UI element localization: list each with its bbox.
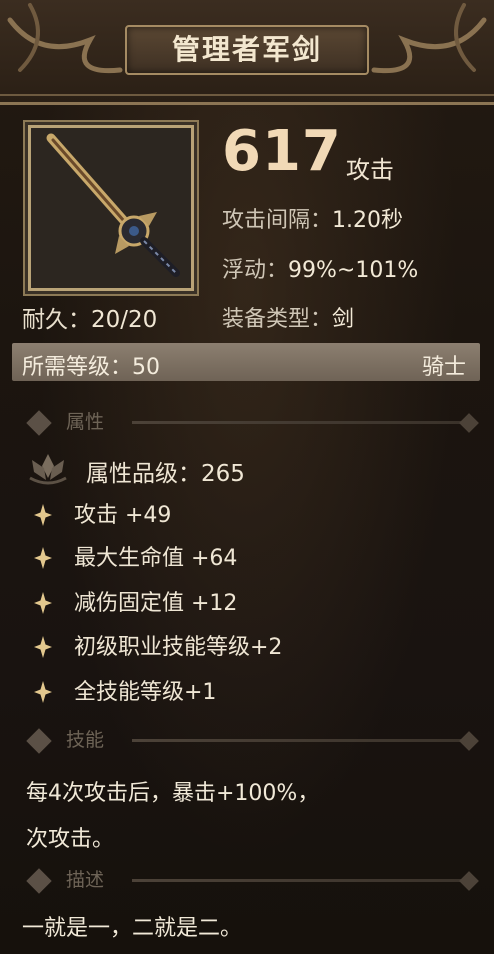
sparkle-icon <box>34 504 52 526</box>
attribute-text: 初级职业技能等级+2 <box>74 635 283 660</box>
diamond-icon <box>459 731 479 751</box>
sword-icon <box>46 133 180 277</box>
required-class: 骑士 <box>421 355 466 380</box>
diamond-icon <box>26 410 52 436</box>
sparkle-icon <box>34 636 52 658</box>
section-attributes: 属性 <box>22 407 492 437</box>
section-description: 描述 <box>22 865 492 895</box>
grade-label: 属性品级： <box>86 461 201 487</box>
section-skills-label: 技能 <box>66 729 105 751</box>
damage-float: 浮动：99%~101% <box>222 252 418 284</box>
skill-text-line: 次攻击。 <box>26 827 115 852</box>
item-tooltip: 管理者军剑 耐久：20/20 617 攻击 攻击间隔：1.20秒 浮动：99%~… <box>0 0 494 954</box>
level-value: 50 <box>132 355 161 380</box>
float-label: 浮动： <box>222 258 289 283</box>
section-divider <box>132 879 467 882</box>
attribute-text: 最大生命值 +64 <box>74 546 238 571</box>
diamond-icon <box>459 871 479 891</box>
attribute-text: 全技能等级+1 <box>74 680 217 705</box>
interval-label: 攻击间隔： <box>222 208 333 233</box>
item-name: 管理者军剑 <box>171 33 322 66</box>
attribute-text: 攻击 +49 <box>74 503 172 528</box>
level-requirement: 所需等级：50 <box>22 349 160 381</box>
section-skills: 技能 <box>22 725 492 755</box>
section-description-label: 描述 <box>66 869 105 891</box>
type-label: 装备类型： <box>222 307 333 332</box>
weapon-frame <box>28 125 194 291</box>
diamond-icon <box>459 413 479 433</box>
attribute-text: 减伤固定值 +12 <box>74 591 238 616</box>
section-attributes-label: 属性 <box>66 411 105 433</box>
sparkle-icon <box>34 592 52 614</box>
durability-value: 20/20 <box>91 307 158 333</box>
section-divider <box>132 421 467 424</box>
diamond-icon <box>26 728 52 754</box>
interval-value: 1.20秒 <box>332 208 404 233</box>
attack-label: 攻击 <box>346 156 394 184</box>
tooltip-header: 管理者军剑 <box>0 0 494 105</box>
attack-interval: 攻击间隔：1.20秒 <box>222 202 403 234</box>
grade-value: 265 <box>201 461 245 487</box>
sparkle-icon <box>34 681 52 703</box>
lotus-icon <box>29 454 67 485</box>
level-label: 所需等级： <box>22 355 133 380</box>
float-value: 99%~101% <box>288 258 419 283</box>
type-value: 剑 <box>332 307 355 332</box>
durability: 耐久：20/20 <box>22 300 157 334</box>
section-divider <box>132 739 467 742</box>
durability-label: 耐久： <box>22 307 91 333</box>
equipment-type: 装备类型：剑 <box>222 301 354 333</box>
attribute-grade: 属性品级：265 <box>86 454 245 488</box>
description-text: 一就是一，二就是二。 <box>22 916 243 941</box>
diamond-icon <box>26 868 52 894</box>
attack-value: 617 <box>222 119 342 184</box>
skill-text-line: 每4次攻击后，暴击+100%， <box>26 781 320 806</box>
sparkle-icon <box>34 547 52 569</box>
